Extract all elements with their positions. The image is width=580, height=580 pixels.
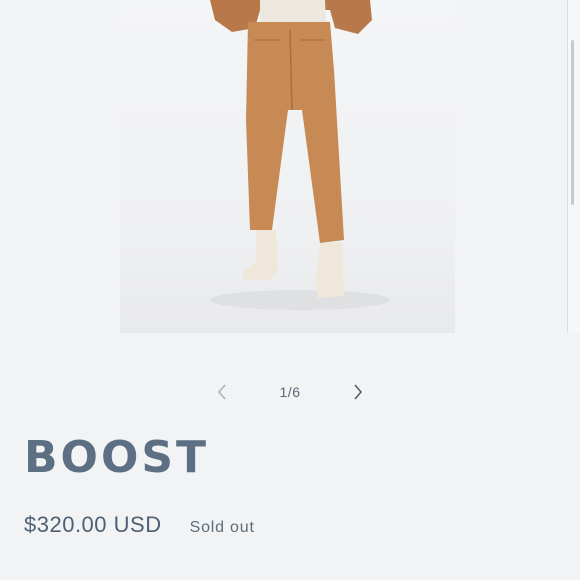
- product-price: $320.00 USD: [24, 512, 162, 537]
- prev-slide-button[interactable]: [200, 378, 244, 406]
- slide-counter: 1/6: [279, 384, 301, 400]
- model-photo: [210, 0, 390, 310]
- product-image: [120, 0, 455, 333]
- status-badge: Sold out: [189, 519, 255, 536]
- slider-nav: 1/6: [200, 378, 380, 406]
- chevron-left-icon: [217, 384, 226, 400]
- chevron-right-icon: [354, 384, 363, 400]
- next-slide-button[interactable]: [336, 378, 380, 406]
- product-title: BOOST: [24, 432, 210, 483]
- price-row: $320.00 USD Sold out: [24, 512, 255, 538]
- scrollbar[interactable]: [571, 40, 574, 205]
